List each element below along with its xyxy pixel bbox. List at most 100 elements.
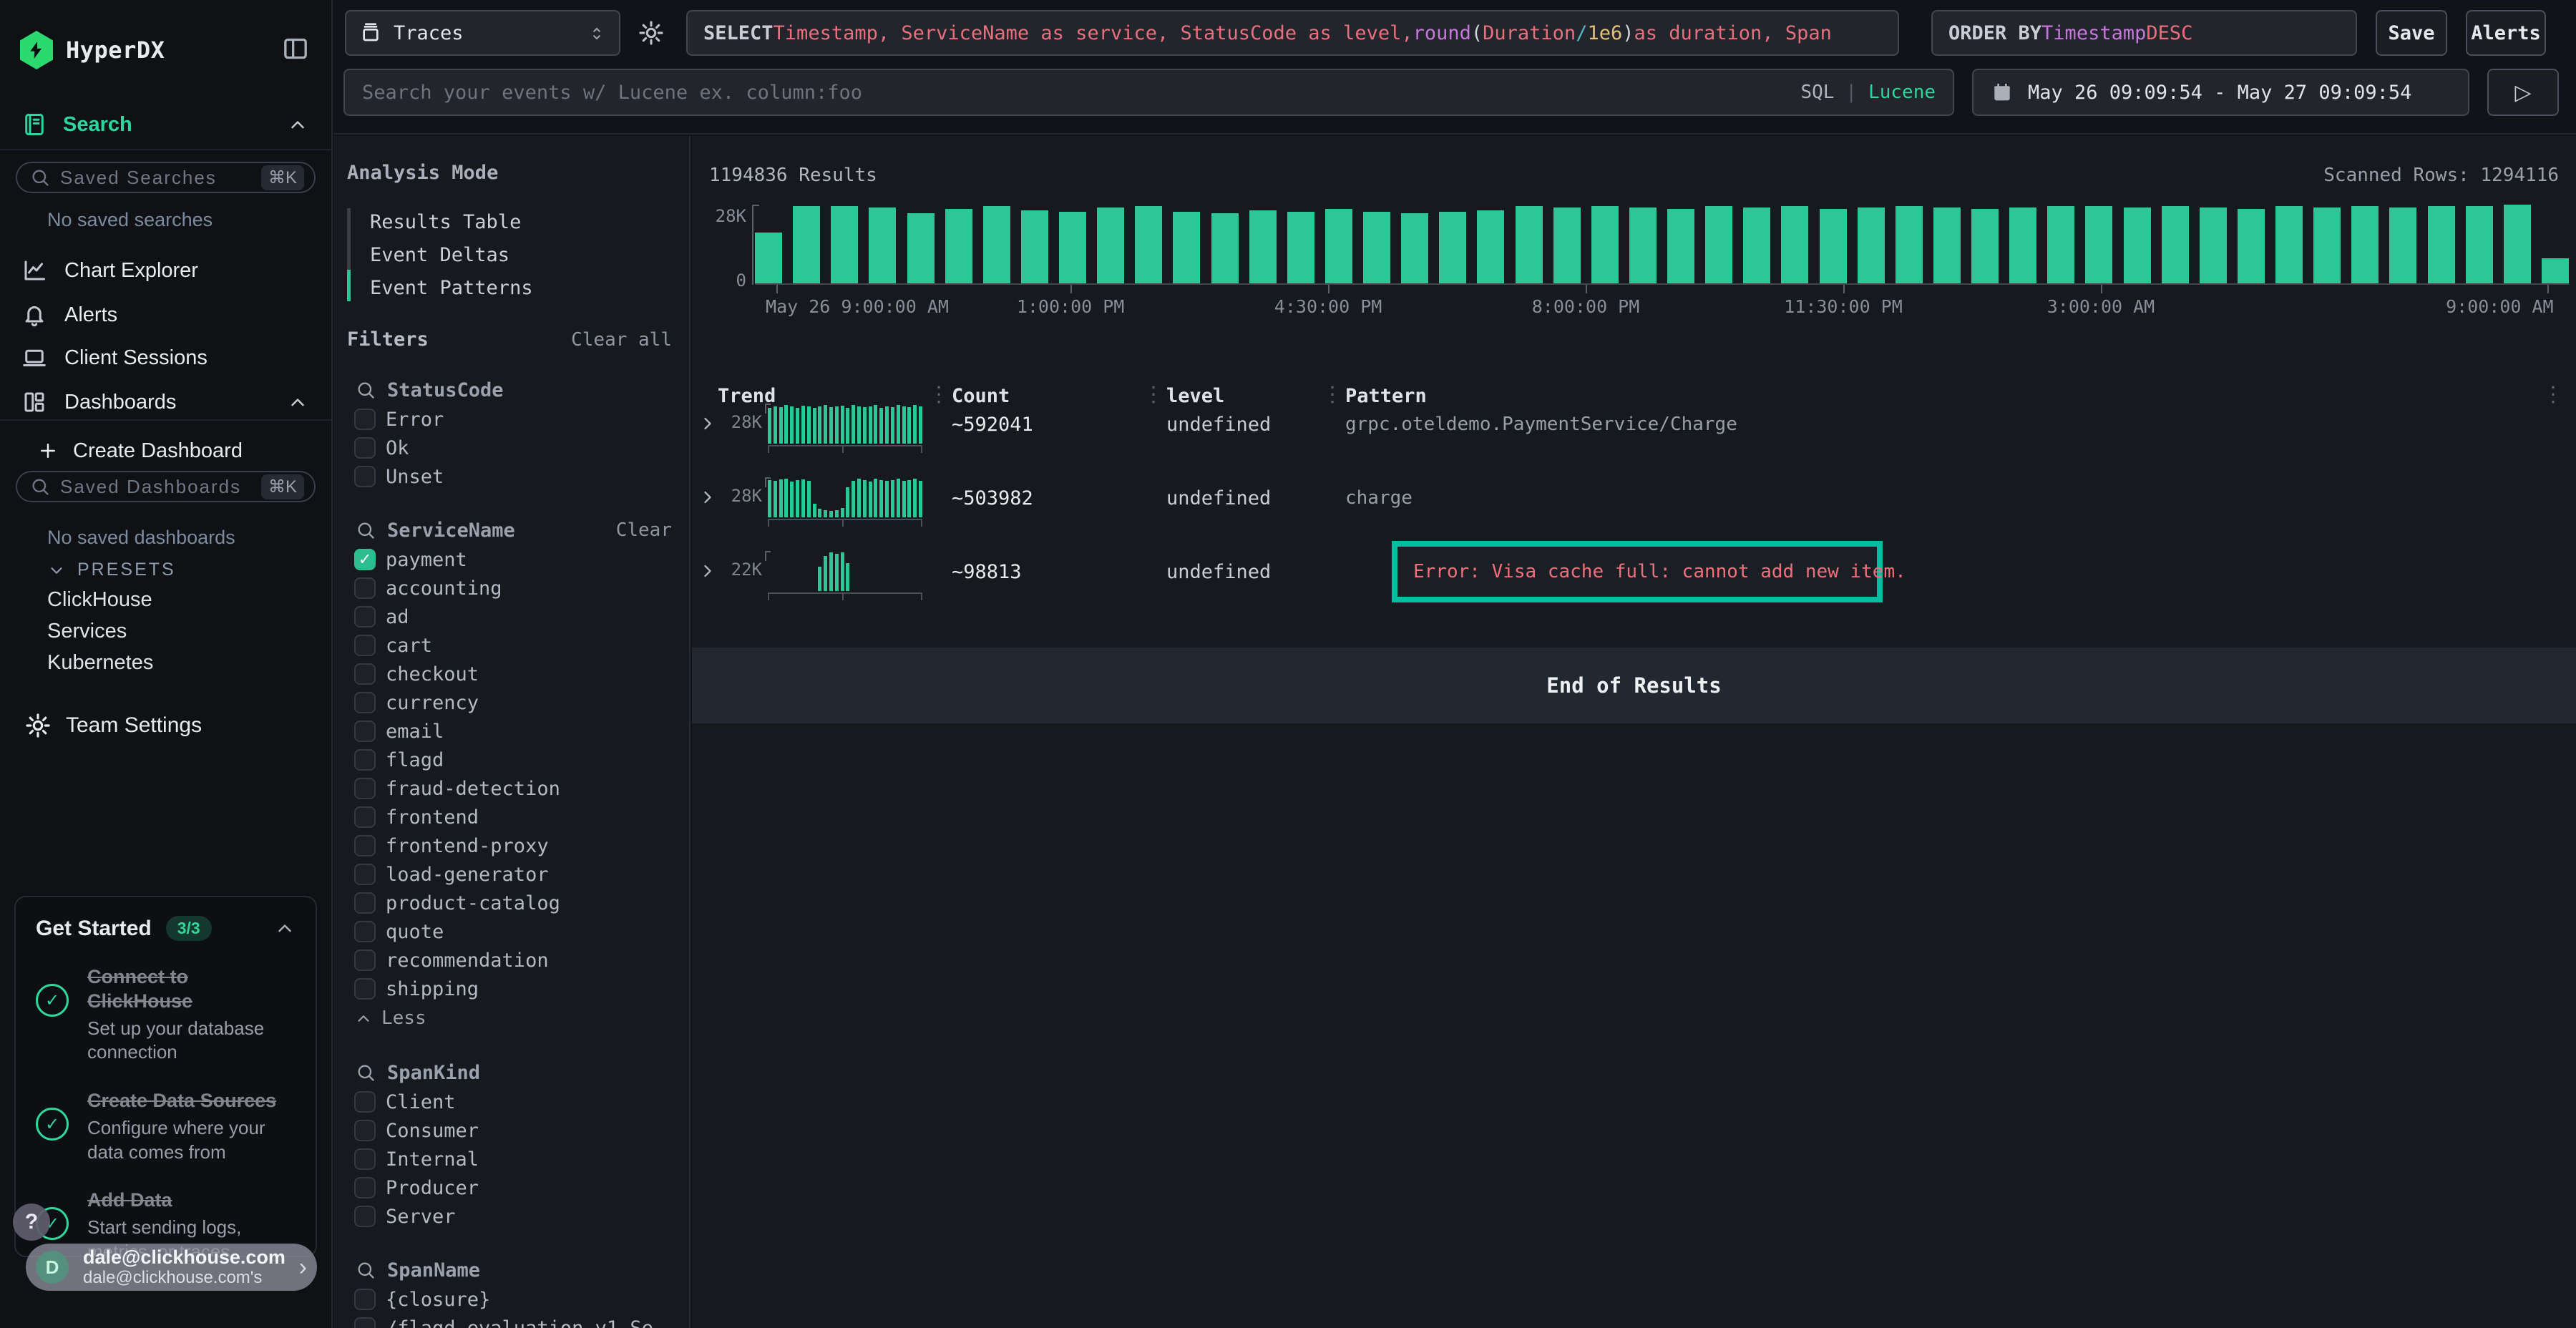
select-clause-input[interactable]: SELECT Timestamp, ServiceName as service… (686, 10, 1899, 56)
checkbox[interactable] (354, 1148, 376, 1170)
search-icon[interactable] (356, 1260, 376, 1280)
filter-option-email[interactable]: email (334, 717, 689, 746)
checkbox[interactable] (354, 577, 376, 599)
checkbox[interactable] (354, 749, 376, 771)
filter-option-error[interactable]: Error (334, 405, 689, 434)
results-histogram[interactable]: 28K 0 May 26 9:00:00 AM1:00:00 PM4:30:00… (709, 205, 2569, 312)
filter-option-ok[interactable]: Ok (334, 434, 689, 462)
sql-mode-toggle[interactable]: SQL (1800, 82, 1834, 103)
checkbox[interactable] (354, 864, 376, 885)
sidebar-item-client-sessions[interactable]: Client Sessions (21, 339, 313, 376)
help-button[interactable]: ? (13, 1204, 50, 1241)
filter-option--closure-[interactable]: {closure} (334, 1285, 689, 1314)
checkbox[interactable] (354, 409, 376, 430)
sidebar-item-alerts[interactable]: Alerts (21, 296, 313, 333)
checkbox[interactable] (354, 692, 376, 713)
row-expand-chevron-icon[interactable] (698, 561, 718, 581)
search-icon[interactable] (356, 380, 376, 400)
search-icon[interactable] (356, 1063, 376, 1083)
checkbox[interactable] (354, 1091, 376, 1113)
checkbox[interactable] (354, 1206, 376, 1227)
analysis-mode-event-patterns[interactable]: Event Patterns (347, 271, 689, 304)
filter-option-shipping[interactable]: shipping (334, 975, 689, 1003)
filter-option-quote[interactable]: quote (334, 917, 689, 946)
filter-option-client[interactable]: Client (334, 1088, 689, 1116)
search-input[interactable] (362, 82, 1789, 104)
filter-option-frontend[interactable]: frontend (334, 803, 689, 831)
filter-option-unset[interactable]: Unset (334, 462, 689, 491)
sidebar-collapse-icon[interactable] (281, 34, 310, 63)
checkbox[interactable] (354, 606, 376, 628)
source-settings-gear-icon[interactable] (638, 19, 665, 47)
checkbox[interactable] (354, 721, 376, 742)
filter-option-cart[interactable]: cart (334, 631, 689, 660)
run-query-button[interactable]: ▷ (2487, 69, 2559, 116)
filter-option--flagd-evaluation-v1-se-[interactable]: /flagd.evaluation.v1.Se… (334, 1314, 689, 1328)
table-row[interactable]: 22K~98813undefinedError: Visa cache full… (692, 535, 2576, 609)
filter-option-producer[interactable]: Producer (334, 1173, 689, 1202)
filter-option-accounting[interactable]: accounting (334, 574, 689, 602)
order-by-input[interactable]: ORDER BY Timestamp DESC (1931, 10, 2357, 56)
chevron-up-icon[interactable] (287, 391, 308, 414)
filter-option-product-catalog[interactable]: product-catalog (334, 889, 689, 917)
search-icon[interactable] (356, 520, 376, 540)
checkbox[interactable] (354, 806, 376, 828)
filter-option-consumer[interactable]: Consumer (334, 1116, 689, 1145)
filter-option-flagd[interactable]: flagd (334, 746, 689, 774)
filter-group-clear-link[interactable]: Clear (616, 519, 672, 541)
checkbox[interactable] (354, 892, 376, 914)
filter-option-server[interactable]: Server (334, 1202, 689, 1231)
filter-option-internal[interactable]: Internal (334, 1145, 689, 1173)
lucene-mode-toggle[interactable]: Lucene (1868, 82, 1936, 103)
analysis-mode-event-deltas[interactable]: Event Deltas (347, 238, 689, 271)
get-started-item[interactable]: ✓Create Data SourcesConfigure where your… (36, 1089, 296, 1164)
source-select[interactable]: Traces (345, 10, 620, 56)
checkbox-checked[interactable]: ✓ (354, 549, 376, 570)
create-dashboard-button[interactable]: Create Dashboard (37, 432, 313, 469)
row-expand-chevron-icon[interactable] (698, 487, 718, 507)
preset-services[interactable]: Services (47, 620, 127, 643)
filter-option-recommendation[interactable]: recommendation (334, 946, 689, 975)
preset-kubernetes[interactable]: Kubernetes (47, 651, 153, 675)
checkbox[interactable] (354, 635, 376, 656)
filter-option-currency[interactable]: currency (334, 688, 689, 717)
checkbox[interactable] (354, 1177, 376, 1198)
checkbox[interactable] (354, 663, 376, 685)
checkbox[interactable] (354, 778, 376, 799)
checkbox[interactable] (354, 949, 376, 971)
sidebar-item-chart-explorer[interactable]: Chart Explorer (21, 252, 313, 289)
checkbox[interactable] (354, 1120, 376, 1141)
sidebar-item-search[interactable]: Search (21, 107, 313, 142)
event-search-bar[interactable]: SQL | Lucene (343, 69, 1954, 116)
alerts-button[interactable]: Alerts (2466, 10, 2546, 56)
clear-all-link[interactable]: Clear all (571, 329, 672, 351)
checkbox[interactable] (354, 437, 376, 459)
chevron-up-icon[interactable] (287, 113, 308, 137)
saved-searches-input[interactable]: Saved Searches ⌘K (16, 162, 316, 193)
chevron-up-icon[interactable] (274, 918, 296, 939)
user-menu[interactable]: D dale@clickhouse.com dale@clickhouse.co… (26, 1244, 317, 1291)
filter-option-ad[interactable]: ad (334, 602, 689, 631)
preset-clickhouse[interactable]: ClickHouse (47, 588, 152, 612)
save-button[interactable]: Save (2376, 10, 2447, 56)
checkbox[interactable] (354, 978, 376, 1000)
row-expand-chevron-icon[interactable] (698, 414, 718, 434)
collapse-less-link[interactable]: Less (334, 1003, 689, 1033)
highlighted-pattern-box[interactable]: Error: Visa cache full: cannot add new i… (1392, 541, 1883, 602)
filter-option-load-generator[interactable]: load-generator (334, 860, 689, 889)
get-started-item[interactable]: ✓Connect to ClickHouseSet up your databa… (36, 965, 296, 1065)
filter-option-frontend-proxy[interactable]: frontend-proxy (334, 831, 689, 860)
sidebar-item-dashboards[interactable]: Dashboards (21, 384, 313, 421)
checkbox[interactable] (354, 466, 376, 487)
analysis-mode-results-table[interactable]: Results Table (347, 205, 689, 238)
checkbox[interactable] (354, 921, 376, 942)
sidebar-item-team-settings[interactable]: Team Settings (24, 707, 313, 744)
checkbox[interactable] (354, 835, 376, 856)
checkbox[interactable] (354, 1289, 376, 1310)
checkbox[interactable] (354, 1317, 376, 1328)
presets-toggle[interactable]: PRESETS (47, 560, 176, 580)
filter-option-checkout[interactable]: checkout (334, 660, 689, 688)
table-row[interactable]: 28K~503982undefinedcharge (692, 462, 2576, 535)
date-range-picker[interactable]: May 26 09:09:54 - May 27 09:09:54 (1972, 69, 2469, 116)
saved-dashboards-input[interactable]: Saved Dashboards ⌘K (16, 471, 316, 502)
